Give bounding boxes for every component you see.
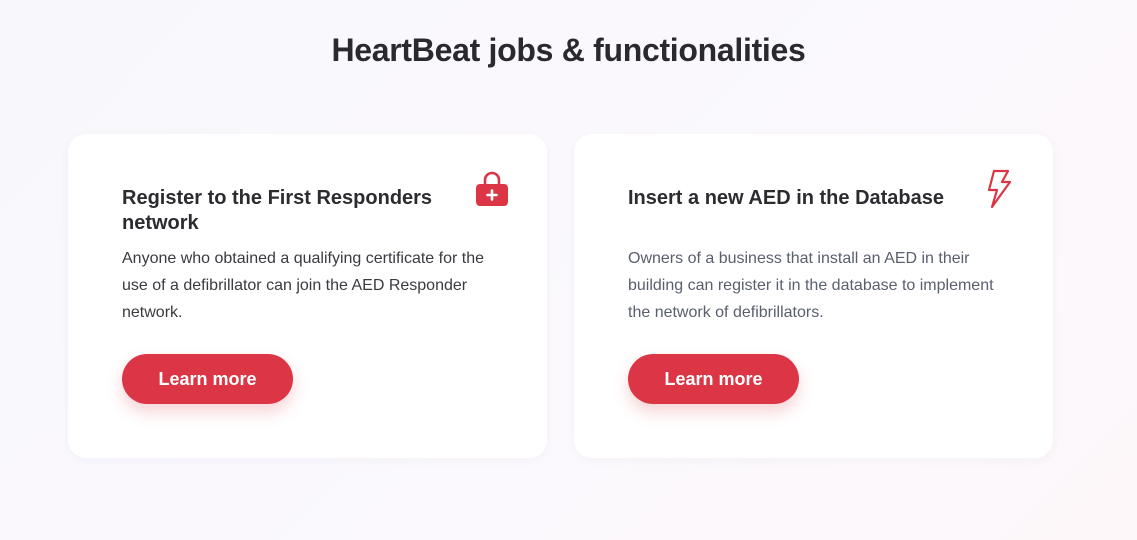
learn-more-button[interactable]: Learn more (122, 354, 293, 404)
card-title: Insert a new AED in the Database (628, 187, 945, 209)
learn-more-button[interactable]: Learn more (628, 354, 799, 404)
card-first-responders: Register to the First Responders network… (68, 134, 547, 458)
card-description: Anyone who obtained a qualifying certifi… (122, 250, 485, 321)
card-description: Owners of a business that install an AED… (628, 250, 994, 321)
lightning-bolt-icon (980, 168, 1020, 210)
page-title: HeartBeat jobs & functionalities (331, 32, 806, 68)
card-title: Register to the First Responders network (122, 187, 433, 234)
shopping-bag-plus-icon (472, 168, 512, 210)
card-insert-aed: Insert a new AED in the Database Owners … (574, 134, 1053, 458)
